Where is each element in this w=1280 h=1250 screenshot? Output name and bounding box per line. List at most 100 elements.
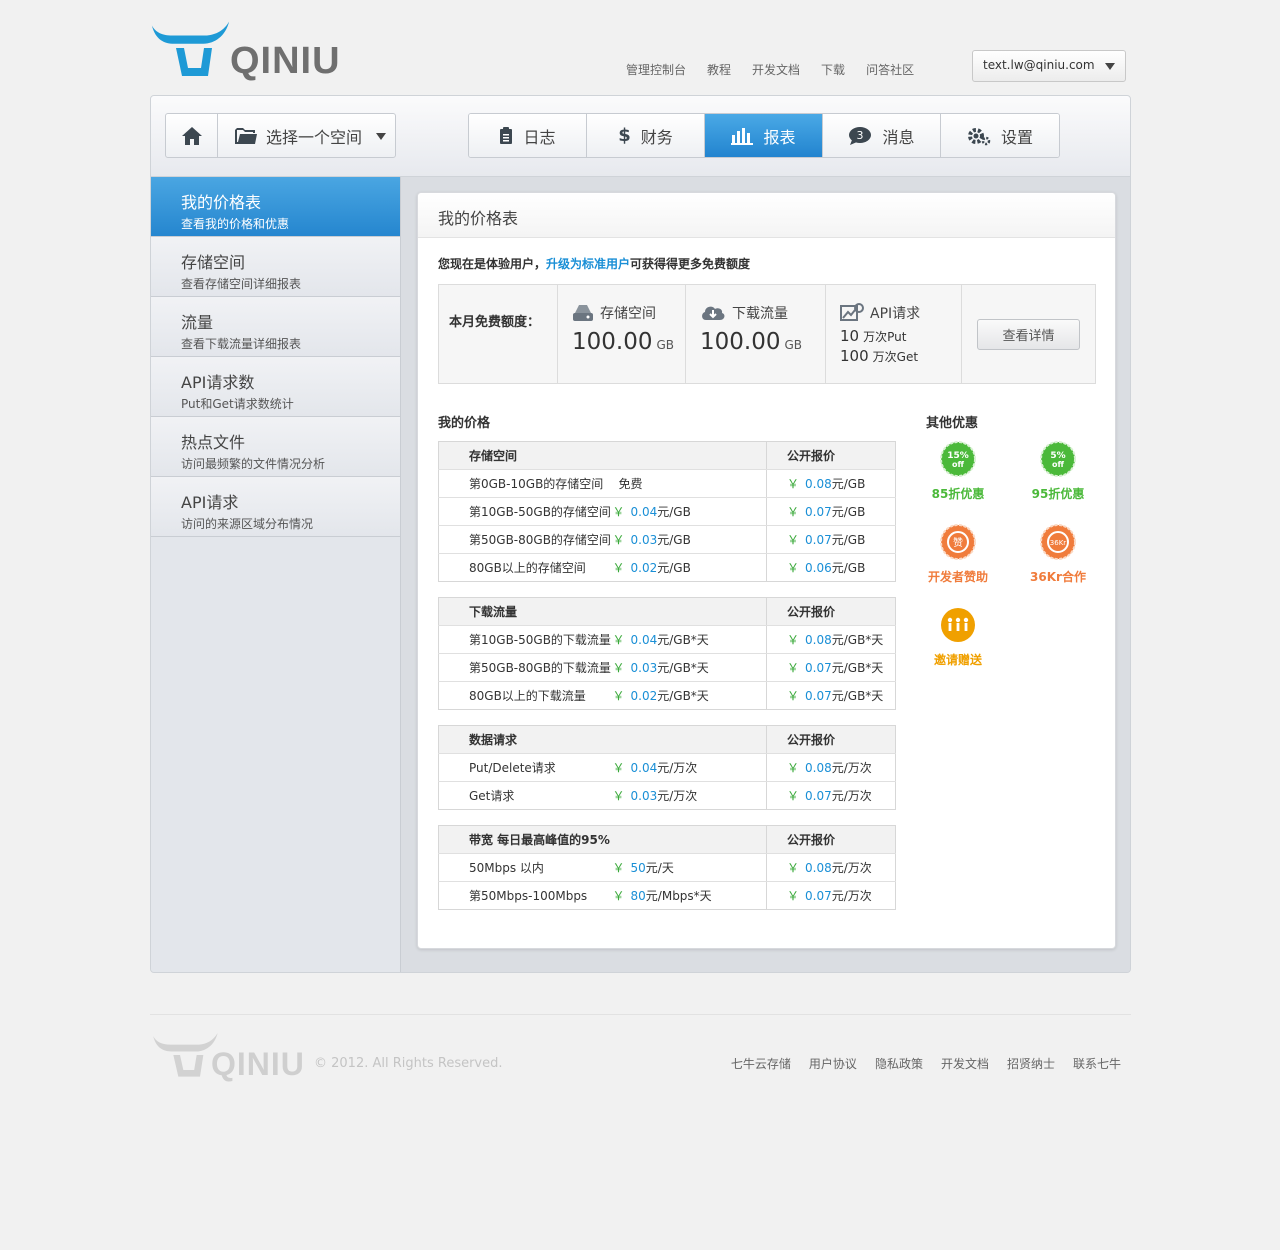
row-public-price: ￥ 0.06元/GB — [766, 553, 896, 582]
svg-text:赞: 赞 — [953, 536, 963, 549]
public-price-unit: 元/万次 — [831, 761, 872, 775]
sidebar-item-title: 我的价格表 — [181, 193, 262, 212]
quota-get-value: 100 — [840, 347, 869, 365]
row-public-price: ￥ 0.08元/万次 — [766, 753, 896, 782]
my-price-unit: 元/GB — [657, 533, 691, 547]
table-header-name: 数据请求 — [438, 725, 767, 754]
footer-link-dev-docs[interactable]: 开发文档 — [941, 1055, 989, 1072]
nav-qa-community[interactable]: 问答社区 — [860, 61, 920, 78]
public-price-unit: 元/GB*天 — [831, 689, 884, 703]
offer-95-off[interactable]: 5% off 95折优惠 — [1018, 441, 1098, 502]
sidebar-item-api-requests[interactable]: API请求 访问的来源区域分布情况 — [151, 477, 400, 537]
upgrade-notice: 您现在是体验用户，升级为标准用户可获得得更多免费额度 — [438, 255, 750, 272]
user-account-dropdown[interactable]: text.lw@qiniu.com — [972, 50, 1126, 82]
sidebar-item-my-prices[interactable]: 我的价格表 查看我的价格和优惠 — [151, 177, 400, 237]
row-my-price: ￥ 0.02元/GB — [613, 554, 767, 582]
footer-link-qiniu-storage[interactable]: 七牛云存储 — [731, 1055, 791, 1072]
public-price-unit: 元/万次 — [831, 861, 872, 875]
row-my-price: 免费 — [612, 469, 767, 498]
nav-tutorial[interactable]: 教程 — [701, 61, 737, 78]
table-header-public: 公开报价 — [766, 597, 896, 626]
table-row: 80GB以上的下载流量 ￥ 0.02元/GB*天 ￥ 0.07元/GB*天 — [439, 681, 896, 710]
row-my-price: ￥ 50元/天 — [612, 853, 767, 882]
sponsor-badge-icon: 赞 — [940, 524, 976, 560]
nav-dev-docs[interactable]: 开发文档 — [746, 61, 806, 78]
yen-symbol: ￥ — [612, 889, 625, 903]
view-details-button[interactable]: 查看详情 — [977, 318, 1080, 350]
row-my-price: ￥ 0.04元/GB*天 — [612, 625, 767, 654]
sidebar-item-hot-files[interactable]: 热点文件 访问最频繁的文件情况分析 — [151, 417, 400, 477]
row-public-price: ￥ 0.07元/万次 — [766, 781, 896, 810]
offer-label: 开发者赞助 — [927, 570, 988, 584]
offer-85-off[interactable]: 15% off 85折优惠 — [918, 441, 998, 502]
row-public-price: ￥ 0.07元/GB*天 — [766, 681, 896, 710]
quota-api: API请求 10 万次Put 100 万次Get — [826, 285, 962, 383]
row-public-price: ￥ 0.08元/GB*天 — [766, 625, 896, 654]
public-price-unit: 元/GB — [831, 505, 866, 519]
yen-symbol: ￥ — [787, 689, 800, 703]
home-button[interactable] — [166, 114, 218, 157]
my-price-value: 0.04 — [630, 633, 658, 647]
sidebar-item-traffic[interactable]: 流量 查看下载流量详细报表 — [151, 297, 400, 357]
row-label: 80GB以上的下载流量 — [469, 689, 586, 703]
offer-36kr[interactable]: 36Kr 36Kr合作 — [1018, 524, 1098, 585]
tab-settings[interactable]: 设置 — [941, 114, 1059, 157]
yen-symbol: ￥ — [787, 861, 800, 875]
public-price-value: 0.07 — [805, 505, 832, 519]
my-price-value: 0.03 — [630, 533, 658, 547]
public-price-unit: 元/万次 — [831, 789, 872, 803]
my-price-unit: 元/GB — [657, 561, 691, 575]
footer-bull-logo-icon — [153, 1033, 218, 1077]
sidebar-item-title: 热点文件 — [181, 433, 246, 452]
row-my-price: ￥ 0.04元/GB — [612, 497, 767, 526]
request-price-table: 数据请求 公开报价 Put/Delete请求 ￥ 0.04元/万次 ￥ 0.08元/… — [438, 725, 896, 810]
nav-console[interactable]: 管理控制台 — [620, 61, 692, 78]
tab-finance[interactable]: $ 财务 — [587, 114, 705, 157]
row-label: Put/Delete请求 — [438, 753, 613, 782]
yen-symbol: ￥ — [612, 689, 625, 703]
offer-label: 邀请赠送 — [933, 653, 982, 667]
row-public-price: ￥ 0.07元/GB*天 — [766, 653, 896, 682]
upgrade-link[interactable]: 升级为标准用户 — [546, 257, 630, 271]
sidebar-item-subtitle: 查看下载流量详细报表 — [181, 337, 302, 351]
table-header-name: 存储空间 — [438, 441, 767, 470]
copyright: © 2012. All Rights Reserved. — [314, 1056, 503, 1071]
row-public-price: ￥ 0.07元/GB — [766, 497, 896, 526]
offer-developer-sponsor[interactable]: 赞 开发者赞助 — [918, 524, 998, 585]
public-price-unit: 元/GB*天 — [831, 661, 884, 675]
download-price-table: 下载流量 公开报价 第10GB-50GB的下载流量 ￥ 0.04元/GB*天 ￥ 0… — [438, 597, 896, 710]
offer-label: 95折优惠 — [1031, 487, 1085, 501]
other-offers-title: 其他优惠 — [926, 416, 979, 431]
footer-link-jobs[interactable]: 招贤纳士 — [1007, 1055, 1055, 1072]
row-my-price: ￥ 0.03元/GB*天 — [612, 653, 767, 682]
yen-symbol: ￥ — [787, 761, 800, 775]
yen-symbol: ￥ — [612, 861, 625, 875]
price-card: 我的价格表 您现在是体验用户，升级为标准用户可获得得更多免费额度 本月免费额度：… — [417, 192, 1116, 949]
tab-reports[interactable]: 报表 — [705, 114, 823, 157]
sidebar-item-subtitle: 查看存储空间详细报表 — [181, 277, 302, 291]
nav-download[interactable]: 下载 — [815, 61, 851, 78]
my-price-unit: 元/万次 — [657, 761, 698, 775]
footer-link-privacy[interactable]: 隐私政策 — [875, 1055, 923, 1072]
main-tabs: 日志 $ 财务 报表 3 消息 设置 — [468, 113, 1060, 158]
row-public-price: ￥ 0.07元/GB — [766, 525, 896, 554]
sidebar-item-subtitle: 访问最频繁的文件情况分析 — [181, 457, 326, 471]
notice-text-pre: 您现在是体验用户， — [438, 257, 547, 271]
sidebar-item-title: 存储空间 — [181, 253, 246, 272]
sidebar-item-subtitle: Put和Get请求数统计 — [181, 397, 294, 411]
sidebar-item-storage[interactable]: 存储空间 查看存储空间详细报表 — [151, 237, 400, 297]
qiniu-logo[interactable]: QINIU — [150, 18, 340, 84]
row-public-price: ￥ 0.08元/万次 — [766, 853, 896, 882]
table-header-public: 公开报价 — [766, 725, 896, 754]
footer-link-user-agreement[interactable]: 用户协议 — [809, 1055, 857, 1072]
sidebar-item-api-count[interactable]: API请求数 Put和Get请求数统计 — [151, 357, 400, 417]
footer-link-contact[interactable]: 联系七牛 — [1073, 1055, 1121, 1072]
tab-log[interactable]: 日志 — [469, 114, 587, 157]
row-label: 第50GB-80GB的下载流量 — [438, 653, 613, 682]
public-price-unit: 元/GB — [831, 477, 866, 491]
tab-messages[interactable]: 3 消息 — [823, 114, 941, 157]
footer-logo-wordmark: QINIU — [211, 1046, 305, 1082]
space-dropdown[interactable]: 选择一个空间 — [218, 114, 395, 157]
offer-invite[interactable]: 邀请赠送 — [918, 607, 998, 668]
sidebar-item-subtitle: 查看我的价格和优惠 — [181, 217, 290, 231]
